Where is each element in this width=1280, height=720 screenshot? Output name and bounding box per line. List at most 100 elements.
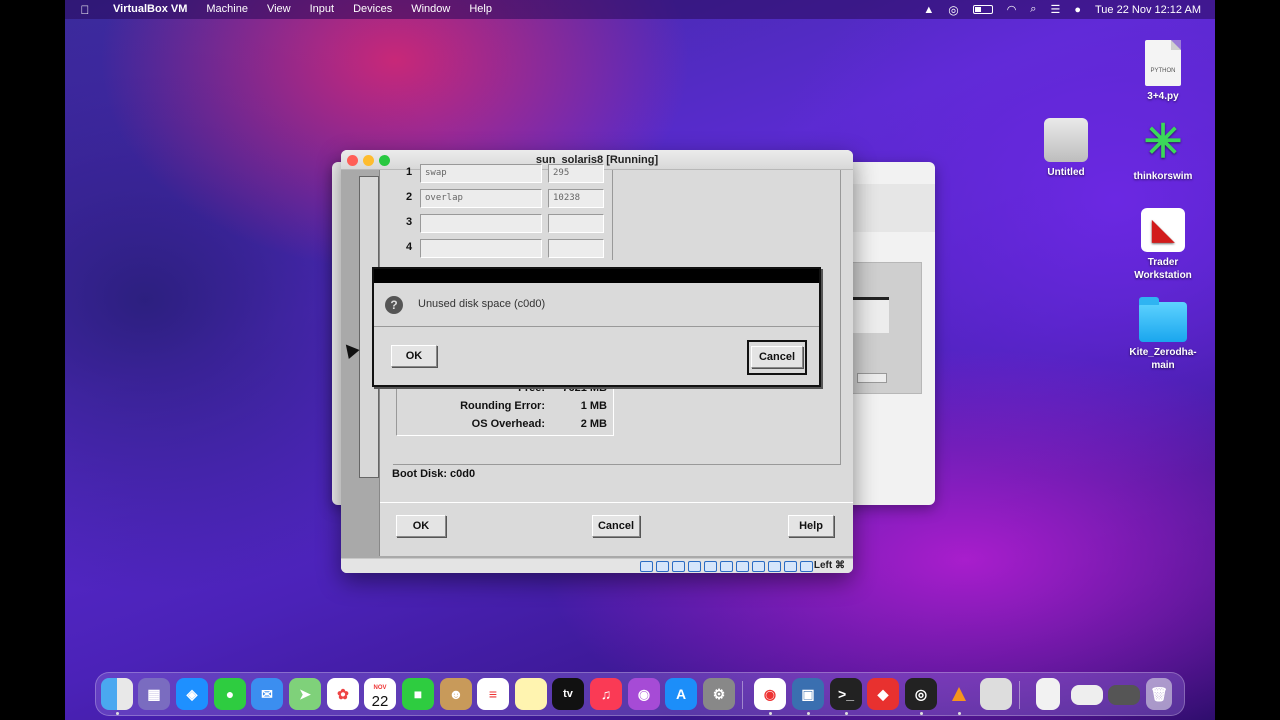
finder-icon[interactable] [101, 678, 133, 710]
python-badge: PYTHON [1150, 68, 1176, 74]
tv-label: tv [563, 688, 573, 700]
screenshot-icon[interactable] [980, 678, 1012, 710]
music-icon[interactable]: ♫ [590, 678, 622, 710]
display-icon[interactable] [736, 561, 749, 572]
guest-screen[interactable]: 1 swap 295 2 overlap 10238 3 4 Free: 762… [341, 164, 853, 558]
trash-icon[interactable]: 🗑 [1146, 678, 1172, 710]
spotlight-search-icon[interactable]: ⌕ [1030, 3, 1036, 16]
running-indicator [807, 712, 810, 715]
background-window-thumbnail [852, 262, 922, 394]
optical-drive-icon[interactable] [656, 561, 669, 572]
apple-menu-icon[interactable]:  [79, 3, 91, 17]
terminal-icon[interactable]: >_ [830, 678, 862, 710]
menu-app-name[interactable]: VirtualBox VM [113, 0, 187, 19]
audio-icon[interactable] [672, 561, 685, 572]
partition-size-field[interactable]: 295 [548, 164, 604, 183]
partition-name-field[interactable] [420, 214, 542, 233]
dialog-cancel-button[interactable]: Cancel [751, 346, 803, 368]
menu-machine[interactable]: Machine [206, 0, 248, 19]
vm-device-icons [640, 561, 813, 572]
partition-name-field[interactable]: swap [420, 164, 542, 183]
partition-name-field[interactable] [420, 239, 542, 258]
safari-icon[interactable]: ◈ [176, 678, 208, 710]
obs-icon[interactable]: ◎ [905, 678, 937, 710]
photos-icon[interactable]: ✿ [327, 678, 359, 710]
partition-size-field[interactable]: 10238 [548, 189, 604, 208]
desktop-icon-kite-folder[interactable]: Kite_Zerodha-main [1118, 297, 1208, 372]
video-capture-icon[interactable] [752, 561, 765, 572]
hard-disk-icon[interactable] [640, 561, 653, 572]
boot-disk-label: Boot Disk: c0d0 [392, 468, 476, 480]
wifi-icon[interactable]: ◠ [1007, 3, 1017, 16]
summary-value: 1 MB [580, 400, 607, 412]
document-icon[interactable] [1036, 678, 1060, 710]
dialog-default-button-frame: Cancel [747, 340, 807, 375]
messages-icon[interactable]: ● [214, 678, 246, 710]
menu-view[interactable]: View [267, 0, 291, 19]
app-store-icon[interactable]: A [665, 678, 697, 710]
menu-devices[interactable]: Devices [353, 0, 392, 19]
menu-help[interactable]: Help [469, 0, 492, 19]
dock-separator [742, 681, 743, 709]
help-button[interactable]: Help [788, 515, 834, 537]
virtualbox-icon[interactable]: ▣ [792, 678, 824, 710]
partition-number: 4 [406, 241, 413, 253]
tv-icon[interactable]: tv [552, 678, 584, 710]
vm-window[interactable]: sun_solaris8 [Running] 1 swap 295 2 over… [341, 150, 853, 573]
window-close-button[interactable] [347, 155, 358, 166]
vlc-status-icon[interactable]: ▲ [923, 4, 934, 16]
desktop-icon-label: Kite_Zerodha-main [1129, 347, 1197, 371]
maps-icon[interactable]: ➤ [289, 678, 321, 710]
dialog-ok-button[interactable]: OK [391, 345, 437, 367]
desktop-icon-thinkorswim[interactable]: ✳ thinkorswim [1118, 116, 1208, 183]
cpu-icon[interactable] [768, 561, 781, 572]
facetime-icon[interactable]: ■ [402, 678, 434, 710]
summary-value: 2 MB [580, 418, 607, 430]
calendar-icon[interactable]: NOV 22 [364, 678, 396, 710]
window-minimize-button[interactable] [363, 155, 374, 166]
desktop-icon-label: Untitled [1047, 167, 1085, 178]
desktop-icon-trader-workstation[interactable]: ◣ Trader Workstation [1118, 208, 1208, 282]
unused-disk-space-dialog: ? Unused disk space (c0d0) OK Cancel [372, 267, 821, 387]
partition-size-field[interactable] [548, 239, 604, 258]
menu-clock[interactable]: Tue 22 Nov 12:12 AM [1095, 4, 1201, 16]
window-zoom-button[interactable] [379, 155, 390, 166]
system-preferences-icon[interactable]: ⚙ [703, 678, 735, 710]
window-thumb-icon[interactable] [1071, 685, 1103, 705]
running-indicator [845, 712, 848, 715]
dialog-titlebar [374, 269, 819, 283]
cancel-button[interactable]: Cancel [592, 515, 640, 537]
siri-icon[interactable]: ● [1074, 4, 1081, 16]
thinkorswim-icon: ✳ [1143, 115, 1183, 167]
solaris-disk-layout-panel: 1 swap 295 2 overlap 10238 3 4 Free: 762… [372, 164, 853, 556]
mouse-integration-icon[interactable] [784, 561, 797, 572]
dialog-message: Unused disk space (c0d0) [418, 298, 546, 310]
menu-window[interactable]: Window [411, 0, 450, 19]
podcasts-icon[interactable]: ◉ [628, 678, 660, 710]
vlc-icon[interactable]: ▲ [943, 678, 975, 710]
desktop-icon-untitled-disk[interactable]: Untitled [1021, 118, 1111, 179]
ok-button[interactable]: OK [396, 515, 446, 537]
shared-folders-icon[interactable] [720, 561, 733, 572]
usb-icon[interactable] [704, 561, 717, 572]
partition-name-field[interactable]: overlap [420, 189, 542, 208]
contacts-icon[interactable]: ☻ [440, 678, 472, 710]
anydesk-icon[interactable]: ◆ [867, 678, 899, 710]
desktop-icon-python-file[interactable]: PYTHON 3+4.py [1118, 40, 1208, 103]
mail-icon[interactable]: ✉ [251, 678, 283, 710]
menu-input[interactable]: Input [310, 0, 334, 19]
chrome-icon[interactable]: ◉ [754, 678, 786, 710]
button-divider [380, 502, 853, 503]
battery-icon[interactable] [972, 5, 993, 14]
launchpad-icon[interactable]: ▦ [138, 678, 170, 710]
notes-icon[interactable] [515, 678, 547, 710]
keyboard-capture-icon[interactable] [800, 561, 813, 572]
network-icon[interactable] [688, 561, 701, 572]
summary-rounding-error: Rounding Error: 1 MB [397, 400, 613, 414]
reminders-icon[interactable]: ≡ [477, 678, 509, 710]
control-center-icon[interactable]: ☰ [1050, 3, 1060, 16]
sync-status-icon[interactable]: ◎ [948, 3, 958, 17]
partition-size-field[interactable] [548, 214, 604, 233]
running-indicator [116, 712, 119, 715]
window-thumb-2-icon[interactable] [1108, 685, 1140, 705]
